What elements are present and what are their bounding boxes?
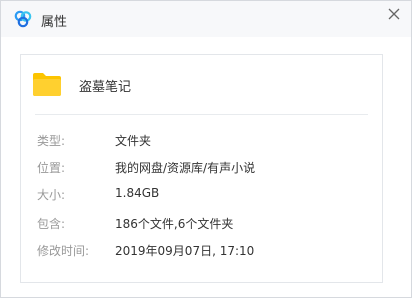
close-icon [388,8,400,20]
property-value: 1.84GB [115,186,160,200]
property-label: 包含: [37,217,66,231]
properties-panel: 盗墓笔记 类型: 文件夹 位置: 我的网盘/资源库/有声小说 大小: 1.84G… [20,54,383,283]
close-button[interactable] [383,3,405,25]
property-value: 我的网盘/资源库/有声小说 [115,161,256,175]
folder-name: 盗墓笔记 [79,80,132,95]
folder-icon [33,73,61,96]
properties-dialog: 属性 盗墓笔记 类型: 文件夹 位置: 我的网盘/资源库/有声小说 大小: 1.… [0,0,412,298]
divider [35,114,368,115]
property-value: 文件夹 [115,134,152,148]
property-value: 2019年09月07日, 17:10 [115,244,255,258]
dialog-title: 属性 [41,15,68,30]
property-label: 位置: [37,161,66,175]
property-value: 186个文件,6个文件夹 [115,217,234,231]
property-label: 大小: [37,188,66,202]
title-bar[interactable]: 属性 [1,1,411,37]
baidu-netdisk-cloud-icon [14,10,32,28]
property-label: 类型: [37,134,66,148]
property-label: 修改时间: [37,244,90,258]
